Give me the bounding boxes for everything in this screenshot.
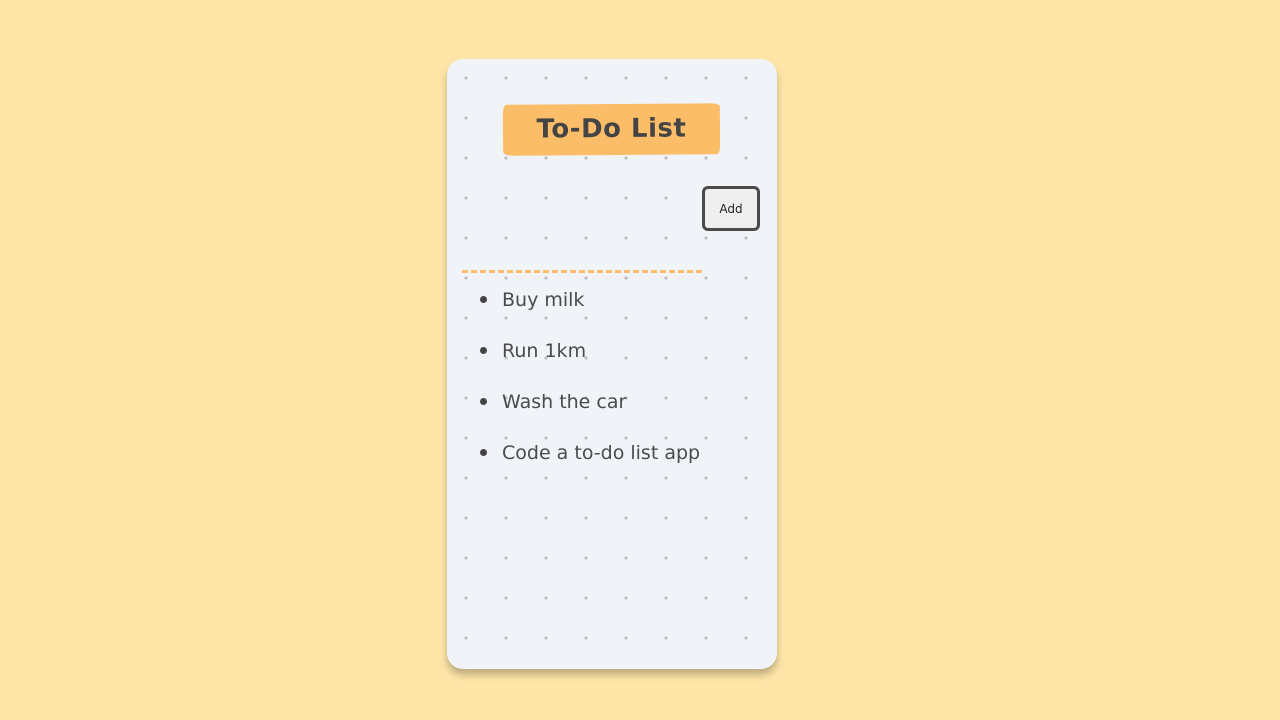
bullet-icon — [480, 449, 487, 456]
task-item-code-app[interactable]: Code a to-do list app — [480, 432, 770, 483]
bullet-icon — [480, 296, 487, 303]
bullet-icon — [480, 398, 487, 405]
bullet-icon — [480, 347, 487, 354]
task-input[interactable] — [462, 249, 702, 273]
add-button[interactable]: Add — [702, 186, 760, 231]
task-label: Code a to-do list app — [502, 442, 701, 464]
task-label: Wash the car — [502, 391, 627, 413]
task-label: Buy milk — [502, 289, 585, 311]
task-label: Run 1km — [502, 340, 587, 362]
page-title: To-Do List — [536, 113, 687, 145]
todo-card: To-Do List Add Buy milk Run 1km Wash the… — [447, 59, 777, 669]
title-highlight: To-Do List — [502, 103, 721, 156]
task-item-wash-the-car[interactable]: Wash the car — [480, 381, 770, 432]
task-item-run-1km[interactable]: Run 1km — [480, 330, 770, 381]
task-list: Buy milk Run 1km Wash the car Code a to-… — [480, 279, 770, 483]
task-item-buy-milk[interactable]: Buy milk — [480, 279, 770, 330]
